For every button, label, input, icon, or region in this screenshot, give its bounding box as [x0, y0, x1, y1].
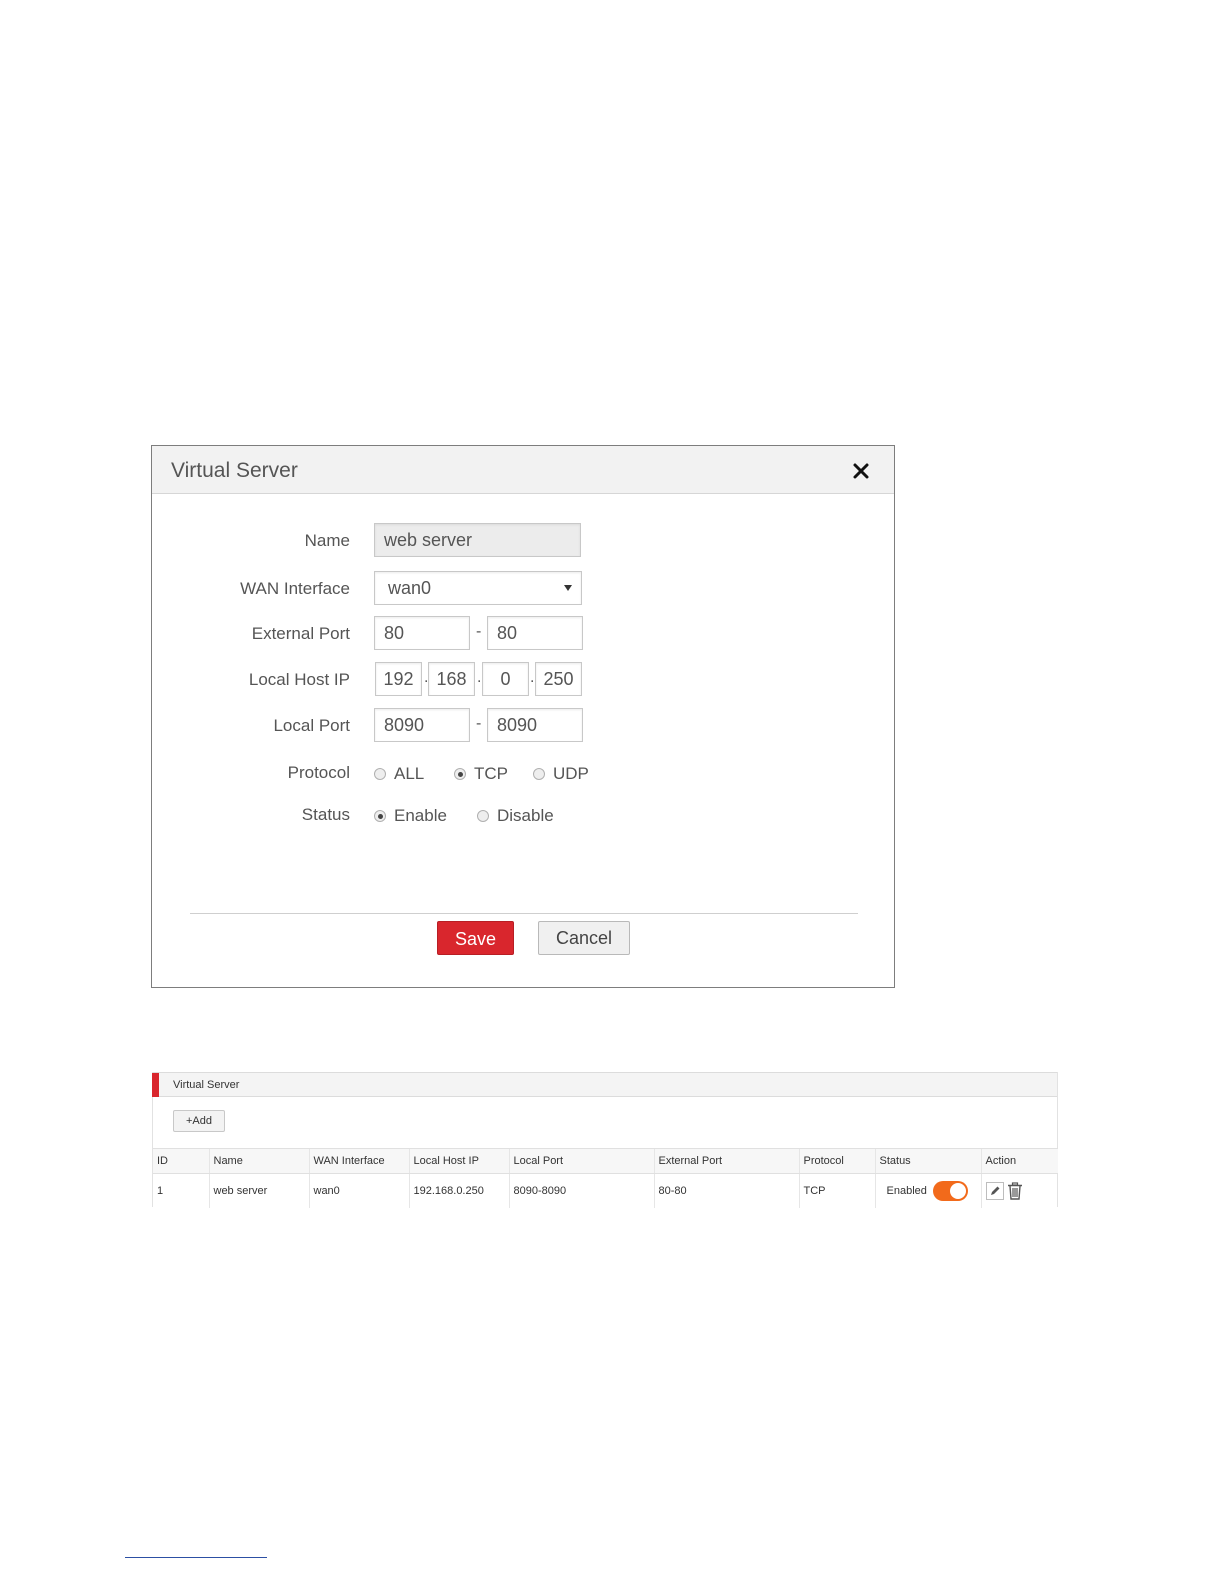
protocol-option-all[interactable]: ALL — [374, 764, 424, 784]
protocol-option-label: TCP — [474, 764, 508, 783]
virtual-server-panel: Virtual Server +Add ID Name WAN Interfac… — [152, 1072, 1058, 1208]
status-row: Status Enable Disable — [152, 798, 894, 834]
radio-button[interactable] — [477, 810, 489, 822]
panel-header: Virtual Server — [152, 1072, 1057, 1097]
external-port-label: External Port — [251, 624, 350, 643]
external-port-row: External Port 80 - 80 — [152, 616, 894, 652]
local-port-to-input[interactable]: 8090 — [487, 708, 583, 742]
ip-dot: . — [477, 669, 482, 686]
panel-title: Virtual Server — [173, 1079, 240, 1091]
local-port-row: Local Port 8090 - 8090 — [152, 708, 894, 744]
add-button[interactable]: +Add — [173, 1110, 225, 1132]
range-separator: - — [476, 623, 482, 640]
ip-octet-3-input[interactable]: 0 — [482, 662, 529, 696]
range-separator: - — [476, 715, 482, 732]
footnote-divider — [125, 1557, 267, 1558]
cell-name: web server — [208, 1173, 309, 1208]
status-option-label: Disable — [497, 806, 554, 825]
wan-interface-select[interactable]: wan0 — [374, 571, 582, 605]
status-label: Status — [301, 805, 350, 824]
status-option-disable[interactable]: Disable — [477, 806, 554, 826]
protocol-option-label: ALL — [394, 764, 425, 783]
cell-wan-interface: wan0 — [308, 1173, 409, 1208]
status-option-label: Enable — [394, 806, 447, 825]
external-port-to-input[interactable]: 80 — [487, 616, 583, 650]
trash-icon[interactable] — [1007, 1182, 1023, 1200]
name-field[interactable]: web server — [374, 523, 581, 557]
cell-status: Enabled — [874, 1173, 981, 1208]
cell-external-port: 80-80 — [653, 1173, 799, 1208]
cell-local-port: 8090-8090 — [508, 1173, 654, 1208]
ip-octet-2-input[interactable]: 168 — [428, 662, 475, 696]
cell-protocol: TCP — [798, 1173, 875, 1208]
local-host-ip-label: Local Host IP — [248, 670, 350, 689]
ip-dot: . — [530, 669, 535, 686]
save-button[interactable]: Save — [437, 921, 514, 955]
column-header: Name — [208, 1148, 309, 1174]
wan-interface-label: WAN Interface — [240, 579, 350, 598]
radio-button[interactable] — [374, 768, 386, 780]
table-header-row: ID Name WAN Interface Local Host IP Loca… — [153, 1148, 1058, 1174]
column-header: WAN Interface — [308, 1148, 409, 1174]
protocol-option-tcp[interactable]: TCP — [454, 764, 508, 784]
dialog-divider — [190, 913, 858, 914]
wan-interface-row: WAN Interface wan0 — [152, 571, 894, 607]
virtual-server-dialog: Virtual Server Name web server WAN Inter… — [151, 445, 895, 988]
name-row: Name web server — [152, 523, 894, 559]
protocol-row: Protocol ALL TCP UDP — [152, 756, 894, 792]
local-port-from-input[interactable]: 8090 — [374, 708, 470, 742]
status-option-enable[interactable]: Enable — [374, 806, 447, 826]
cell-action — [980, 1173, 1058, 1208]
dialog-header: Virtual Server — [152, 446, 894, 494]
external-port-from-input[interactable]: 80 — [374, 616, 470, 650]
status-text: Enabled — [886, 1184, 927, 1197]
protocol-option-label: UDP — [553, 764, 589, 783]
close-icon[interactable] — [852, 462, 870, 480]
column-header: Local Host IP — [408, 1148, 509, 1174]
radio-button[interactable] — [533, 768, 545, 780]
column-header: ID — [153, 1148, 209, 1174]
table-row: 1 web server wan0 192.168.0.250 8090-809… — [153, 1173, 1058, 1208]
local-port-label: Local Port — [273, 716, 350, 735]
cell-id: 1 — [157, 1185, 164, 1197]
name-label: Name — [304, 531, 350, 550]
radio-button-selected[interactable] — [374, 810, 386, 822]
ip-octet-1-input[interactable]: 192 — [375, 662, 422, 696]
chevron-down-icon — [564, 585, 572, 591]
panel-accent-bar — [152, 1073, 159, 1097]
virtual-server-table: ID Name WAN Interface Local Host IP Loca… — [153, 1148, 1058, 1208]
wan-interface-value: wan0 — [388, 578, 432, 598]
status-toggle[interactable] — [932, 1181, 968, 1201]
column-header: Status — [874, 1148, 981, 1174]
column-header: Protocol — [798, 1148, 875, 1174]
column-header: Action — [980, 1148, 1058, 1174]
protocol-label: Protocol — [287, 763, 350, 782]
cell-local-host-ip: 192.168.0.250 — [408, 1173, 509, 1208]
local-host-ip-row: Local Host IP 192 . 168 . 0 . 250 — [152, 662, 894, 698]
radio-button-selected[interactable] — [454, 768, 466, 780]
column-header: Local Port — [508, 1148, 654, 1174]
ip-octet-4-input[interactable]: 250 — [535, 662, 582, 696]
dialog-title: Virtual Server — [171, 459, 298, 482]
edit-icon[interactable] — [985, 1182, 1004, 1200]
protocol-option-udp[interactable]: UDP — [533, 764, 589, 784]
column-header: External Port — [653, 1148, 799, 1174]
cancel-button[interactable]: Cancel — [538, 921, 630, 955]
